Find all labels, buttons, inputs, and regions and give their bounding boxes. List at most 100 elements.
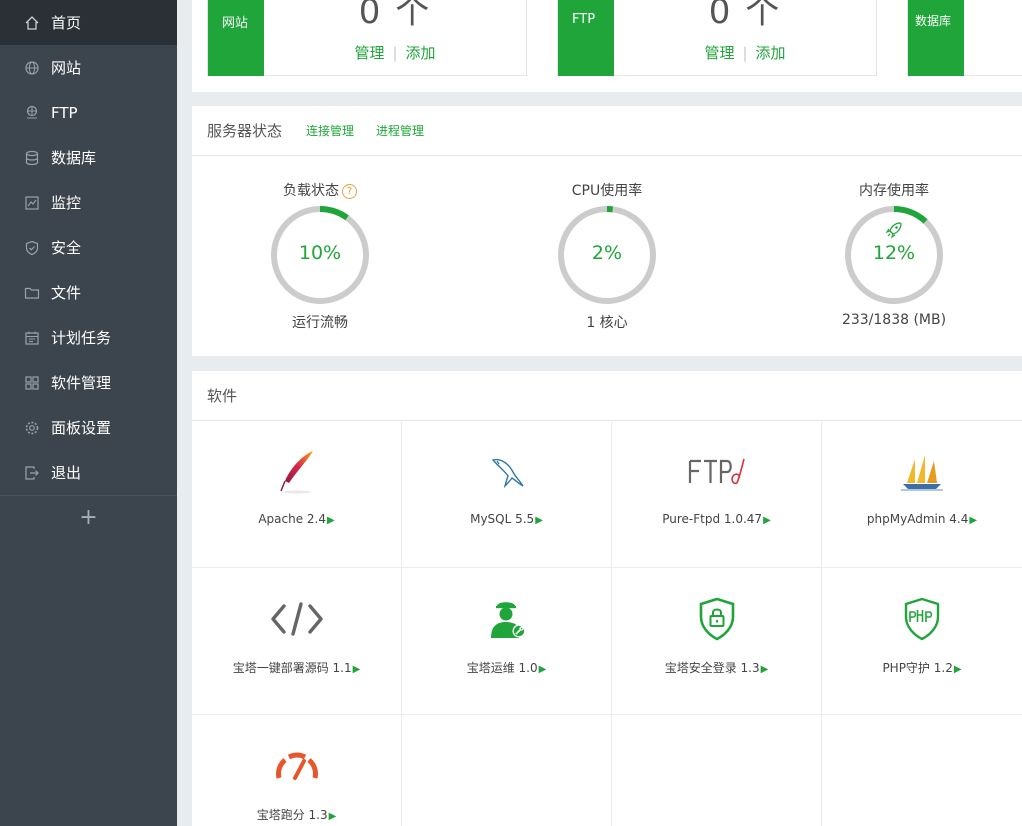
- sidebar-item-home[interactable]: 首页: [0, 0, 177, 45]
- play-arrow-icon[interactable]: ▶: [761, 664, 769, 675]
- load-ring[interactable]: 10%: [269, 204, 371, 306]
- load-gauge: 负载状态? 10% 运行流畅: [220, 180, 420, 332]
- play-arrow-icon[interactable]: ▶: [763, 515, 771, 526]
- software-item-mysql[interactable]: MySQL 5.5▶: [402, 421, 612, 568]
- sidebar-item-label: 数据库: [51, 149, 97, 167]
- rocket-icon[interactable]: [884, 220, 904, 240]
- play-arrow-icon[interactable]: ▶: [329, 811, 337, 822]
- software-item-pure-ftpd[interactable]: Pure-Ftpd 1.0.47▶: [612, 421, 822, 568]
- software-item-secure-login[interactable]: 宝塔安全登录 1.3▶: [612, 568, 822, 715]
- memory-ring[interactable]: 12%: [843, 204, 945, 306]
- ops-worker-icon: [490, 602, 525, 638]
- sidebar-item-security[interactable]: 安全: [0, 225, 177, 270]
- memory-gauge-title: 内存使用率: [859, 183, 929, 199]
- software-empty-cell: [822, 715, 1022, 826]
- apache-feather-icon: [279, 451, 313, 494]
- ftp-tag: FTP: [558, 0, 614, 76]
- folder-icon: [24, 285, 40, 301]
- website-links: 管理 | 添加: [354, 44, 436, 62]
- play-arrow-icon[interactable]: ▶: [327, 515, 335, 526]
- load-value: 10%: [298, 242, 342, 264]
- sidebar-item-software[interactable]: 软件管理: [0, 360, 177, 405]
- add-menu-button[interactable]: +: [0, 495, 177, 538]
- software-name: 宝塔跑分 1.3: [256, 808, 328, 822]
- website-count: 0 个: [358, 0, 432, 32]
- sidebar-item-label: 安全: [51, 239, 82, 257]
- sidebar-item-monitor[interactable]: 监控: [0, 180, 177, 225]
- speedometer-icon: [275, 752, 318, 780]
- play-arrow-icon[interactable]: ▶: [535, 515, 543, 526]
- sidebar-item-label: 退出: [51, 464, 82, 482]
- sidebar-item-ftp[interactable]: FTP: [0, 90, 177, 135]
- software-item-phpmyadmin[interactable]: phpMyAdmin 4.4▶: [822, 421, 1022, 568]
- cpu-gauge-title: CPU使用率: [571, 183, 643, 199]
- website-stat-card: 网站 0 个 管理 | 添加: [207, 0, 527, 76]
- sidebar-item-files[interactable]: 文件: [0, 270, 177, 315]
- database-stat-card: 数据库: [907, 0, 1022, 76]
- software-name: 宝塔运维 1.0: [466, 661, 538, 675]
- memory-usage-text: 233/1838 (MB): [841, 312, 947, 328]
- sidebar-item-label: 面板设置: [51, 419, 112, 437]
- sidebar-item-label: 首页: [51, 14, 82, 32]
- database-icon: [24, 150, 40, 166]
- sidebar-item-website[interactable]: 网站: [0, 45, 177, 90]
- cpu-gauge: CPU使用率 2% 1 核心: [507, 180, 707, 332]
- play-arrow-icon[interactable]: ▶: [954, 664, 962, 675]
- play-arrow-icon[interactable]: ▶: [539, 664, 547, 675]
- memory-value: 12%: [872, 242, 916, 264]
- sidebar-item-logout[interactable]: 退出: [0, 450, 177, 495]
- website-add-link[interactable]: 添加: [406, 44, 436, 62]
- sidebar-item-label: 软件管理: [51, 374, 112, 392]
- shield-icon: [24, 240, 40, 256]
- mysql-dolphin-icon: [491, 458, 524, 489]
- software-name: 宝塔一键部署源码 1.1: [232, 661, 352, 675]
- process-manage-link[interactable]: 进程管理: [376, 122, 424, 139]
- software-item-php-guard[interactable]: PHP守护 1.2▶: [822, 568, 1022, 715]
- software-header: 软件: [192, 371, 1022, 421]
- calendar-icon: [24, 330, 40, 346]
- memory-gauge: 内存使用率 12% 233/1838 (MB): [794, 180, 994, 328]
- load-status-text: 运行流畅: [292, 315, 348, 331]
- sidebar-item-database[interactable]: 数据库: [0, 135, 177, 180]
- overview-strip: 网站 0 个 管理 | 添加 FTP 0 个 管理 | 添加 数据库: [192, 0, 1022, 92]
- software-name: Pure-Ftpd 1.0.47: [662, 512, 763, 526]
- software-name: PHP守护 1.2: [882, 661, 953, 675]
- play-arrow-icon[interactable]: ▶: [969, 515, 977, 526]
- sidebar-item-label: FTP: [51, 103, 78, 122]
- software-empty-cell: [612, 715, 822, 826]
- software-item-ops[interactable]: 宝塔运维 1.0▶: [402, 568, 612, 715]
- software-item-deploy[interactable]: 宝塔一键部署源码 1.1▶: [192, 568, 402, 715]
- ftp-manage-link[interactable]: 管理: [704, 44, 734, 62]
- website-manage-link[interactable]: 管理: [354, 44, 384, 62]
- help-icon[interactable]: ?: [342, 184, 357, 199]
- load-gauge-title: 负载状态?: [220, 180, 420, 202]
- gear-icon: [24, 420, 40, 436]
- grid-icon: [24, 375, 40, 391]
- main-content: 网站 0 个 管理 | 添加 FTP 0 个 管理 | 添加 数据库 服务器状态 连接管…: [192, 0, 1022, 826]
- monitor-icon: [24, 195, 40, 211]
- software-name: MySQL 5.5: [470, 512, 535, 526]
- phpmyadmin-sailboat-icon: [901, 455, 943, 491]
- sidebar-item-label: 监控: [51, 194, 82, 212]
- sidebar-item-cron[interactable]: 计划任务: [0, 315, 177, 360]
- software-title: 软件: [207, 387, 238, 405]
- sidebar-item-settings[interactable]: 面板设置: [0, 405, 177, 450]
- ftpd-logo-icon: [688, 458, 745, 485]
- connection-manage-link[interactable]: 连接管理: [306, 122, 354, 139]
- cpu-core-text: 1 核心: [586, 315, 628, 331]
- ftp-icon: [24, 105, 40, 121]
- cpu-value: 2%: [591, 242, 623, 264]
- sidebar-item-label: 计划任务: [51, 329, 112, 347]
- shield-lock-icon: [699, 597, 734, 641]
- play-arrow-icon[interactable]: ▶: [353, 664, 361, 675]
- logout-icon: [24, 465, 40, 481]
- software-empty-cell: [402, 715, 612, 826]
- software-item-apache[interactable]: Apache 2.4▶: [192, 421, 402, 568]
- cpu-ring[interactable]: 2%: [556, 204, 658, 306]
- software-panel: 软件 Apache 2.4▶ MySQL 5.5▶ Pure-Ftpd 1.0.…: [192, 371, 1022, 826]
- ftp-add-link[interactable]: 添加: [756, 44, 786, 62]
- server-status-panel: 服务器状态 连接管理 进程管理 负载状态? 10% 运行流畅 CPU使用率 2%…: [192, 106, 1022, 356]
- software-name: Apache 2.4: [258, 512, 326, 526]
- software-item-benchmark[interactable]: 宝塔跑分 1.3▶: [192, 715, 402, 826]
- ftp-count: 0 个: [708, 0, 782, 32]
